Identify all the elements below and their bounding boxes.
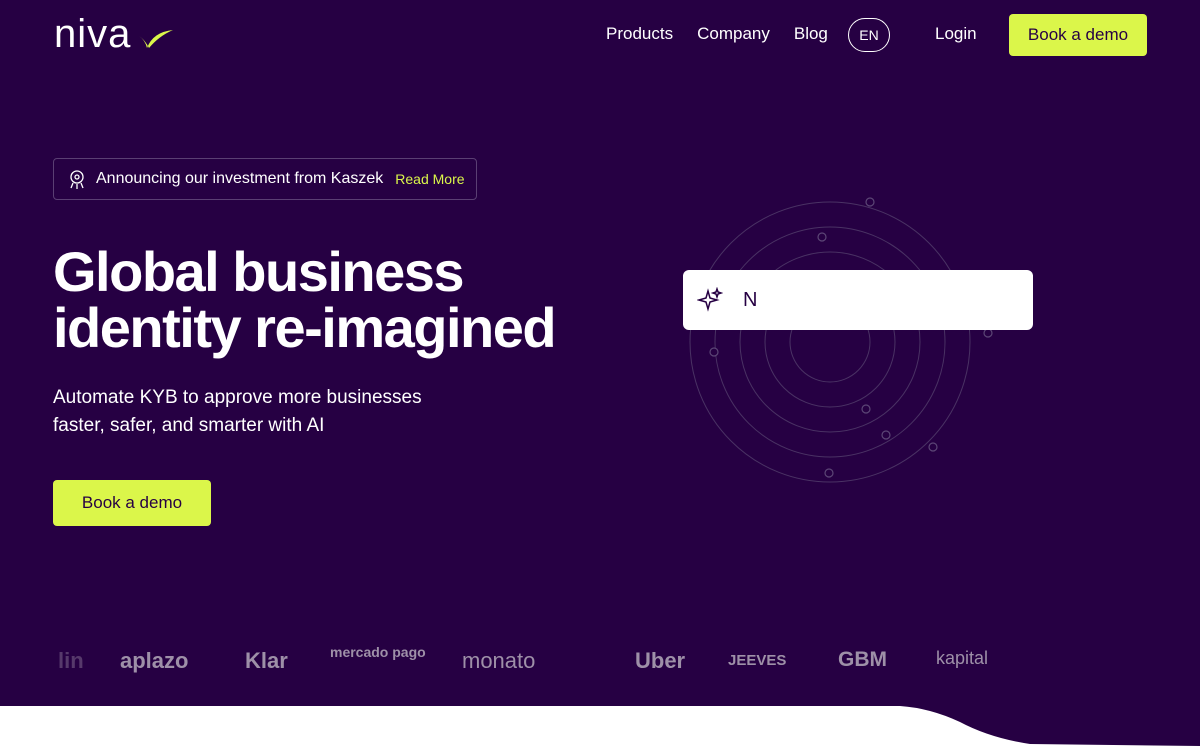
- nav-products-link[interactable]: Products: [606, 24, 673, 44]
- rocket-icon: [66, 168, 88, 190]
- section-divider-wave: [0, 706, 1200, 750]
- customer-logos-strip: lin aplazo Klar mercado pago monato Uber…: [0, 640, 1200, 680]
- customer-logo-gbm: GBM: [838, 648, 887, 671]
- language-selector[interactable]: EN: [848, 18, 890, 52]
- customer-logo-jeeves: JEEVES: [728, 652, 787, 669]
- hero-title-line2: identity re-imagined: [53, 296, 557, 359]
- customer-logo-mercado-pago: mercado pago: [330, 644, 426, 660]
- book-demo-nav-button[interactable]: Book a demo: [1009, 14, 1147, 56]
- search-typing-text: N: [743, 288, 758, 311]
- book-demo-hero-button[interactable]: Book a demo: [53, 480, 211, 526]
- hero-subtitle-line2: faster, safer, and smarter with AI: [53, 415, 325, 436]
- hero-title-line1: Global business: [53, 240, 465, 303]
- customer-logo-klar: Klar: [245, 648, 288, 673]
- announcement-banner[interactable]: Announcing our investment from Kaszek Re…: [53, 158, 477, 200]
- ai-search-card[interactable]: N: [683, 270, 1033, 330]
- announcement-text: Announcing our investment from Kaszek: [96, 170, 384, 187]
- customer-logo-kapital: kapital: [936, 648, 989, 668]
- sparkle-icon: [697, 287, 723, 312]
- hero-subtitle: Automate KYB to approve more businesses …: [53, 384, 473, 440]
- orbit-illustration: [689, 197, 993, 483]
- customer-logo-monato: monato: [462, 648, 536, 673]
- hero-title: Global business identity re-imagined: [53, 244, 613, 356]
- niva-logo[interactable]: niva: [54, 12, 175, 57]
- nav-links: Products Company Blog: [606, 24, 852, 44]
- login-link[interactable]: Login: [935, 24, 977, 44]
- logo-text: niva: [54, 12, 132, 56]
- customer-logo: lin: [58, 648, 84, 673]
- customer-logo-uber: Uber: [635, 648, 686, 673]
- top-navigation: niva Products Company Blog EN Login Book…: [0, 0, 1200, 70]
- hero-subtitle-line1: Automate KYB to approve more businesses: [53, 387, 422, 408]
- logo-check-icon: [139, 29, 174, 48]
- read-more-link[interactable]: Read More: [395, 171, 464, 187]
- customer-logo-aplazo: aplazo: [120, 648, 189, 673]
- nav-company-link[interactable]: Company: [697, 24, 770, 44]
- nav-blog-link[interactable]: Blog: [794, 24, 828, 44]
